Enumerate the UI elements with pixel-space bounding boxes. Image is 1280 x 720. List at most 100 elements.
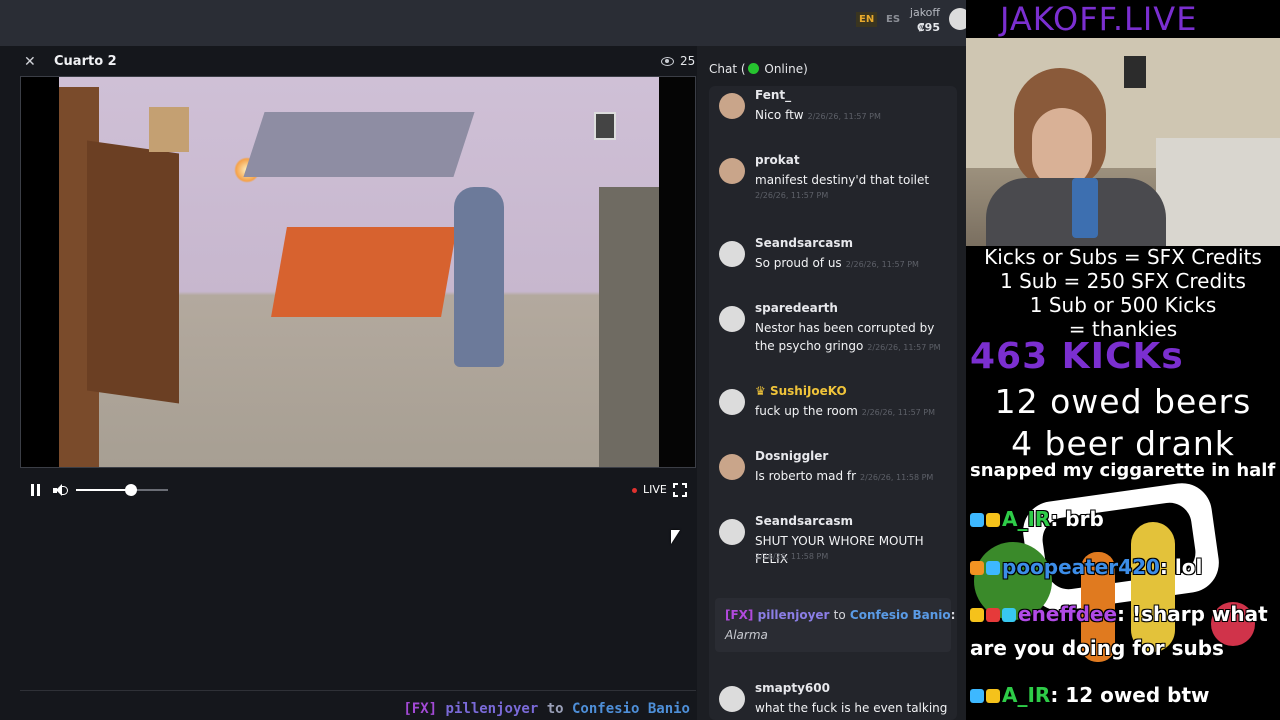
volume-slider[interactable] xyxy=(76,484,168,496)
overlay-info-line: Kicks or Subs = SFX Credits xyxy=(984,245,1262,269)
lower-bunk-shape xyxy=(271,227,457,317)
chat-timestamp: 2/26/26, 11:58 PM xyxy=(755,552,829,561)
fx-tag: [FX] xyxy=(725,608,754,622)
mouse-cursor-icon xyxy=(671,530,680,544)
overlay-kicks-counter: 463 KICKs xyxy=(970,336,1184,377)
avatar[interactable] xyxy=(719,519,745,545)
language-en-button[interactable]: EN xyxy=(856,12,878,27)
ticker-user: pillenjoyer xyxy=(445,701,539,717)
fx-to: to xyxy=(833,608,846,622)
close-icon[interactable]: ✕ xyxy=(24,54,36,70)
chat-username[interactable]: Fent_ xyxy=(755,88,791,102)
avatar[interactable] xyxy=(719,389,745,415)
video-letterbox xyxy=(659,77,695,467)
overlay-info-line: 1 Sub or 500 Kicks xyxy=(1029,293,1217,317)
badge-icon xyxy=(970,561,984,575)
chat-header-label: Chat ( xyxy=(709,62,746,76)
chat-username[interactable]: prokat xyxy=(755,153,800,167)
badge-icon xyxy=(970,513,984,527)
volume-slider-handle[interactable] xyxy=(125,484,138,496)
avatar[interactable] xyxy=(719,93,745,119)
chat-text: manifest destiny'd that toilet xyxy=(755,173,930,187)
overlay-chat-name: poopeater420 xyxy=(1002,555,1160,579)
fx-ticker: [FX] pillenjoyer to Confesio Banio xyxy=(20,690,696,720)
room-title: Cuarto 2 xyxy=(54,54,117,69)
overlay-chat-line: A_IR: brb xyxy=(970,507,1104,531)
chat-text-content: Is roberto mad fr xyxy=(755,469,857,483)
chat-panel: Chat ( Online) Fent_ Nico ftw 2/26/26, 11… xyxy=(697,46,966,720)
overlay-title: JAKOFF.LIVE xyxy=(1000,0,1198,38)
notice-board-shape xyxy=(149,107,189,152)
player-controls: LIVE xyxy=(20,476,696,504)
overlay-chat-text: : lol xyxy=(1159,555,1203,579)
avatar[interactable] xyxy=(719,454,745,480)
badge-icon xyxy=(986,561,1000,575)
video-player[interactable] xyxy=(20,76,696,468)
camera-feed-image xyxy=(59,77,659,467)
ticker-tag: [FX] xyxy=(403,701,438,717)
webcam-bed-shape xyxy=(1156,138,1280,246)
eye-icon xyxy=(661,57,674,66)
avatar[interactable] xyxy=(719,686,745,712)
chat-username[interactable]: Seandsarcasm xyxy=(755,514,853,528)
chat-text-content: So proud of us xyxy=(755,256,842,270)
chat-text: SHUT YOUR WHORE MOUTH FELIX xyxy=(755,534,924,566)
wall-frame-shape xyxy=(594,112,616,140)
chat-text: what the fuck is he even talking xyxy=(755,701,948,715)
fx-colon: : xyxy=(950,608,956,622)
overlay-chat-text: are you doing for subs xyxy=(970,636,1224,660)
chat-message-list[interactable]: Fent_ Nico ftw 2/26/26, 11:57 PM prokat m… xyxy=(709,86,957,720)
chat-username[interactable]: smapty600 xyxy=(755,681,830,695)
chat-timestamp: 2/26/26, 11:57 PM xyxy=(845,260,919,269)
avatar[interactable] xyxy=(719,158,745,184)
fx-event-line: [FX] pillenjoyer to Confesio Banio: xyxy=(725,608,955,622)
avatar[interactable] xyxy=(719,241,745,267)
chat-text-content: Nico ftw xyxy=(755,108,804,122)
live-label[interactable]: LIVE xyxy=(643,483,667,496)
overlay-owed-beers: 12 owed beers xyxy=(994,382,1252,421)
stream-overlay: JAKOFF.LIVE Kicks or Subs = SFX Credits … xyxy=(966,0,1280,720)
webcam-face-shape xyxy=(1032,108,1092,188)
top-bar: EN ES jakoff ₡95 xyxy=(0,0,971,46)
chat-header: Chat ( Online) xyxy=(709,62,808,76)
badge-icon xyxy=(970,608,984,622)
chat-timestamp: 2/26/26, 11:57 PM xyxy=(867,343,941,352)
language-es-button[interactable]: ES xyxy=(883,12,903,27)
ticker-target: Confesio Banio xyxy=(571,701,690,717)
chat-username[interactable]: Dosniggler xyxy=(755,449,828,463)
user-menu[interactable]: jakoff ₡95 xyxy=(906,5,940,35)
player-panel: ✕ Cuarto 2 25 LIVE [FX] pillenjoyer to C… xyxy=(0,46,697,720)
volume-slider-fill xyxy=(76,489,132,491)
username: jakoff xyxy=(909,6,940,19)
avatar[interactable] xyxy=(719,306,745,332)
chat-text: Nestor has been corrupted by the psycho … xyxy=(755,319,951,357)
overlay-chat-line: are you doing for subs xyxy=(970,636,1224,660)
top-bunk-shape xyxy=(243,112,475,177)
ticker-to: to xyxy=(546,701,564,717)
door-shape xyxy=(87,140,179,404)
chat-timestamp: 2/26/26, 11:57 PM xyxy=(807,112,881,121)
chat-username[interactable]: ♛ SushiJoeKO xyxy=(755,384,847,398)
overlay-beer-drank: 4 beer drank xyxy=(1011,424,1235,463)
chat-username[interactable]: Seandsarcasm xyxy=(755,236,853,250)
crown-icon: ♛ xyxy=(755,384,766,398)
badge-icon xyxy=(986,689,1000,703)
fullscreen-icon[interactable] xyxy=(673,483,687,497)
room-header: ✕ Cuarto 2 25 xyxy=(20,52,696,74)
pause-icon[interactable] xyxy=(30,484,41,496)
chat-timestamp: 2/26/26, 11:57 PM xyxy=(861,408,936,417)
chat-timestamp: 2/26/26, 11:57 PM xyxy=(755,191,829,200)
volume-icon[interactable] xyxy=(53,484,68,497)
badge-icon xyxy=(970,689,984,703)
badge-icon xyxy=(1002,608,1016,622)
person-shape xyxy=(454,187,504,367)
chat-username[interactable]: sparedearth xyxy=(755,301,838,315)
overlay-chat-line: eneffdee: !sharp what xyxy=(970,602,1268,626)
overlay-chat-line: poopeater420: lol xyxy=(970,555,1202,579)
overlay-chat-text: : !sharp what xyxy=(1117,602,1268,626)
live-indicator-icon xyxy=(632,488,637,493)
fx-user[interactable]: pillenjoyer xyxy=(758,608,830,622)
chat-timestamp: 2/26/26, 11:58 PM xyxy=(860,473,934,482)
fx-target[interactable]: Confesio Banio xyxy=(850,608,951,622)
overlay-chat-line: A_IR: 12 owed btw xyxy=(970,683,1210,707)
